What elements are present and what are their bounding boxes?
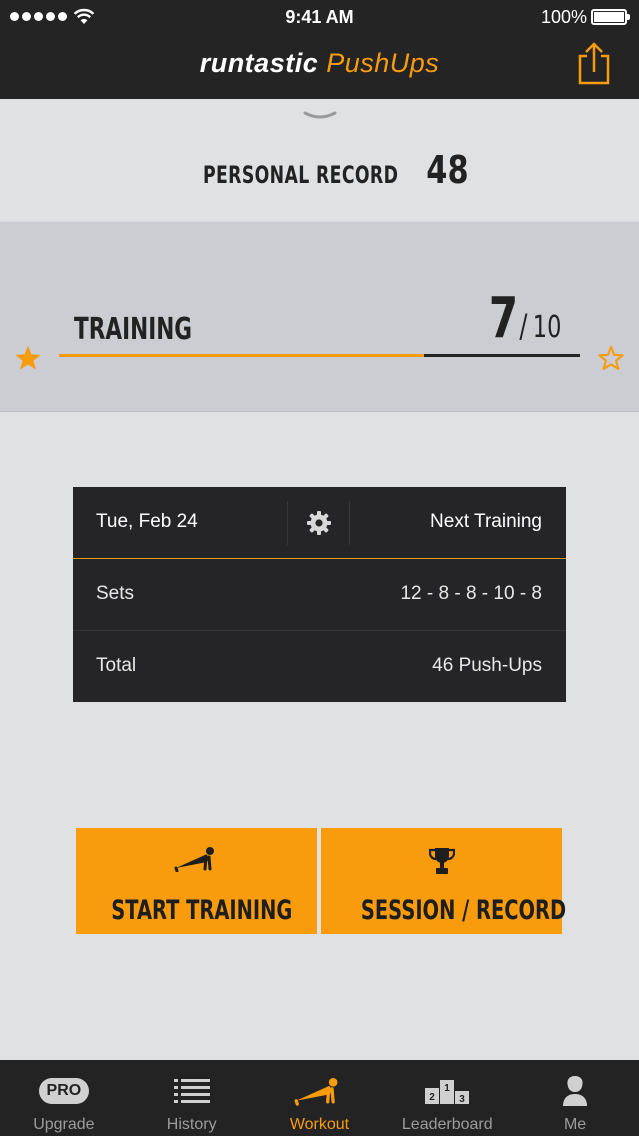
star-filled-icon: [15, 345, 41, 370]
app-header: runtastic PushUps: [0, 34, 639, 99]
sets-label: Sets: [96, 583, 135, 604]
training-progress-panel: TRAINING 7 / 10: [0, 221, 639, 412]
star-outline-icon: [598, 345, 624, 371]
svg-text:3: 3: [460, 1094, 466, 1105]
brand-primary: runtastic: [199, 48, 319, 78]
tab-bar: PRO Upgrade History Workout 2 1 3 Leader…: [0, 1060, 639, 1136]
total-value: 46 Push-Ups: [432, 655, 542, 676]
share-icon: [578, 42, 610, 85]
battery-icon: [591, 9, 630, 25]
personal-record: PERSONAL RECORD 48: [0, 148, 639, 192]
pushup-icon: [295, 1077, 338, 1106]
total-label: Total: [96, 655, 137, 676]
next-training-header: Tue, Feb 24 Next Training: [73, 487, 566, 559]
tab-workout-label: Workout: [289, 1116, 350, 1133]
personal-record-label: PERSONAL RECORD: [203, 161, 399, 189]
personal-record-value: 48: [426, 148, 469, 192]
pushup-icon: [174, 847, 214, 872]
pro-badge-icon: PRO: [38, 1078, 89, 1104]
training-total: 10: [532, 310, 562, 345]
next-training-date: Tue, Feb 24: [96, 511, 198, 532]
session-record-label: SESSION / RECORD: [360, 895, 567, 926]
svg-text:1: 1: [445, 1083, 451, 1094]
person-icon: [563, 1076, 588, 1106]
training-progress-bar: [59, 354, 580, 357]
training-title: TRAINING: [74, 312, 193, 347]
brand-secondary: PushUps: [326, 48, 440, 78]
list-icon: [173, 1079, 210, 1103]
tab-workout[interactable]: Workout: [256, 1060, 384, 1136]
sets-row: Sets 12 - 8 - 8 - 10 - 8: [73, 559, 566, 631]
tab-upgrade-label: Upgrade: [33, 1116, 95, 1133]
session-record-button[interactable]: SESSION / RECORD: [321, 828, 566, 934]
tab-history[interactable]: History: [128, 1060, 256, 1136]
training-separator: /: [519, 307, 528, 345]
tab-leaderboard-label: Leaderboard: [401, 1116, 493, 1133]
tab-upgrade[interactable]: PRO Upgrade: [0, 1060, 128, 1136]
svg-text:2: 2: [430, 1092, 436, 1103]
total-row: Total 46 Push-Ups: [73, 631, 566, 703]
tab-me[interactable]: Me: [511, 1060, 639, 1136]
share-button[interactable]: [574, 42, 614, 86]
start-training-button[interactable]: START TRAINING: [76, 828, 317, 934]
sets-value: 12 - 8 - 8 - 10 - 8: [400, 583, 542, 604]
tab-me-label: Me: [563, 1116, 587, 1133]
next-training-label: Next Training: [430, 511, 542, 532]
next-training-card: Tue, Feb 24 Next Training Sets 12 - 8 - …: [73, 487, 566, 702]
pull-down-handle-icon[interactable]: [303, 110, 337, 120]
app-logo: runtastic PushUps: [0, 48, 639, 79]
tab-history-label: History: [166, 1116, 217, 1133]
training-settings-button[interactable]: [287, 501, 350, 545]
training-count: 7 / 10: [484, 286, 566, 351]
training-current: 7: [488, 286, 518, 351]
podium-icon: 2 1 3: [425, 1080, 470, 1105]
tab-leaderboard[interactable]: 2 1 3 Leaderboard: [383, 1060, 511, 1136]
training-progress-fill: [59, 354, 424, 357]
start-training-label: START TRAINING: [111, 895, 293, 926]
gear-icon: [307, 511, 331, 535]
trophy-icon: [428, 848, 455, 874]
status-bar: 9:41 AM 100%: [0, 0, 639, 34]
battery-percent: 100%: [540, 7, 587, 27]
